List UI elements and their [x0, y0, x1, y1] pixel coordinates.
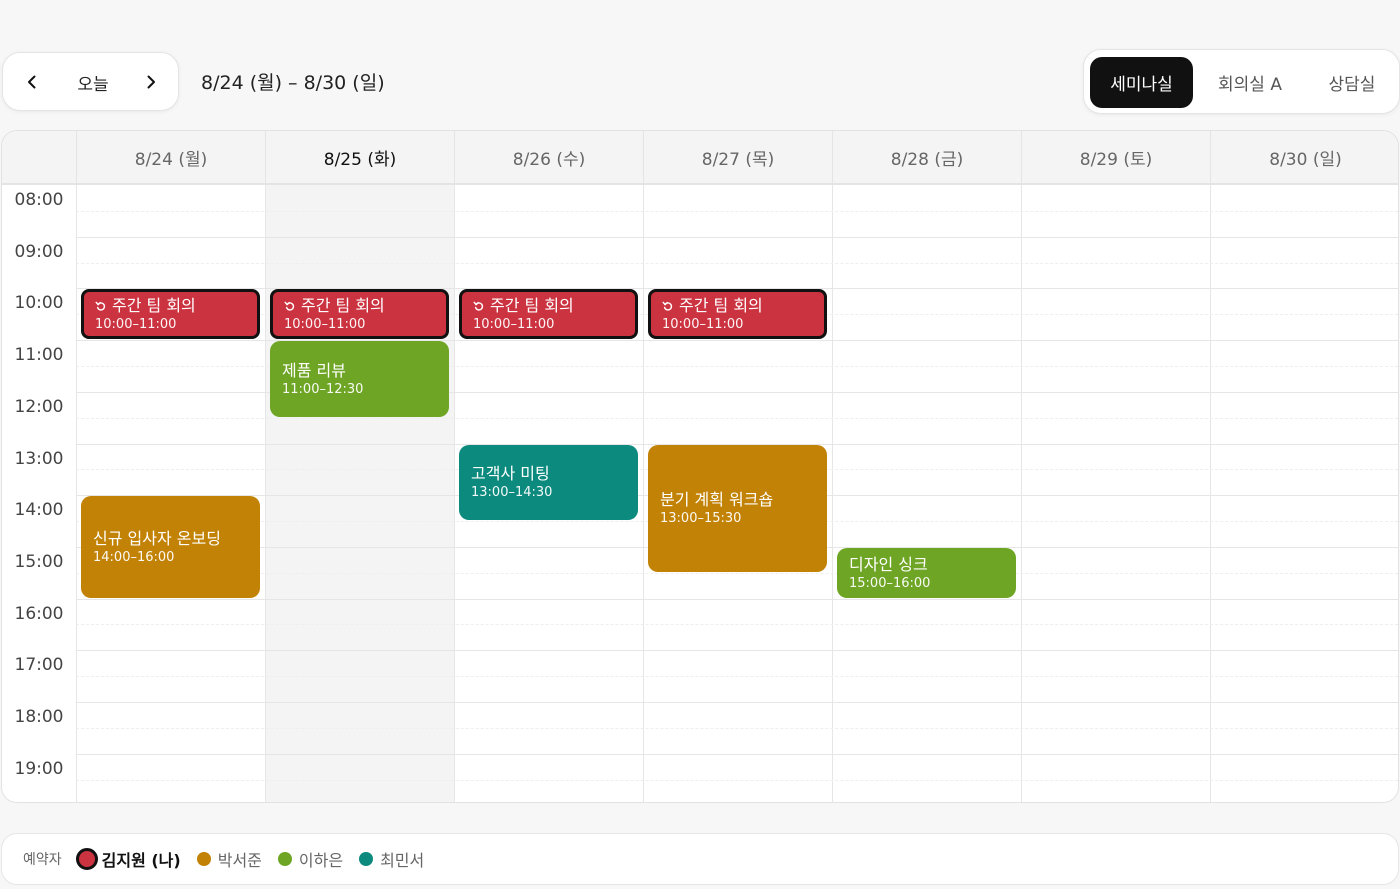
repeat-icon: [95, 301, 106, 311]
legend-item-name: 이하은: [298, 851, 344, 870]
time-label: 16:00: [14, 603, 64, 624]
legend-item-name: 박서준: [217, 851, 262, 870]
chevron-right-icon: [147, 75, 155, 89]
half-hour-line: [76, 727, 1398, 729]
half-hour-line: [76, 262, 1398, 264]
column-divider: [454, 185, 455, 802]
time-label: 18:00: [14, 707, 64, 727]
column-divider: [1210, 185, 1211, 802]
event-title: 주간 팀 회의: [284, 295, 435, 316]
hour-line: [76, 340, 1398, 342]
half-hour-line: [76, 572, 1398, 574]
event-time: 10:00–11:00: [284, 317, 366, 333]
calendar-event[interactable]: 주간 팀 회의 10:00–11:00: [81, 289, 260, 340]
column-divider: [832, 185, 833, 802]
date-range-label: 8/24 (월) – 8/30 (일): [201, 72, 385, 94]
calendar-event[interactable]: 디자인 싱크 15:00–16:00: [837, 547, 1016, 598]
time-label: 11:00: [14, 345, 64, 366]
room-tab-meeting-a[interactable]: 회의실 A: [1202, 57, 1298, 108]
calendar-event[interactable]: 주간 팀 회의 10:00–11:00: [648, 289, 827, 340]
room-tab-seminar[interactable]: 세미나실: [1090, 57, 1193, 108]
room-tab-counseling[interactable]: 상담실: [1310, 57, 1394, 108]
hour-line: [76, 702, 1398, 703]
day-header: 8/28 (금): [832, 131, 1021, 183]
calendar-event[interactable]: 제품 리뷰 11:00–12:30: [270, 341, 449, 417]
time-label: 12:00: [14, 396, 64, 417]
legend-item[interactable]: 최민서: [359, 847, 424, 871]
day-header: 8/25 (화): [265, 131, 454, 183]
legend-item[interactable]: 이하은: [277, 847, 344, 871]
day-header: 8/24 (월): [76, 131, 265, 183]
event-time: 10:00–11:00: [95, 317, 177, 333]
half-hour-line: [76, 417, 1398, 419]
repeat-icon: [473, 301, 484, 311]
event-title: 제품 리뷰: [282, 360, 346, 380]
event-time: 15:00–16:00: [849, 575, 931, 591]
hour-line: [76, 236, 1398, 238]
repeat-icon: [284, 301, 295, 311]
time-label: 08:00: [14, 190, 64, 210]
event-time: 13:00–15:30: [660, 511, 742, 527]
day-header-row: 8/24 (월) 8/25 (화) 8/26 (수) 8/27 (목) 8/28 (금)…: [2, 131, 1398, 185]
today-button[interactable]: 오늘: [61, 63, 125, 101]
half-hour-line: [76, 624, 1398, 626]
legend-item-name: 김지원 (나): [101, 851, 181, 870]
calendar-event[interactable]: 주간 팀 회의 10:00–11:00: [270, 289, 449, 340]
week-nav: 오늘: [2, 52, 179, 111]
hour-line: [76, 753, 1398, 755]
event-title: 주간 팀 회의: [662, 295, 813, 316]
today-column-highlight: [265, 185, 454, 802]
column-divider: [76, 185, 77, 802]
time-label: 15:00: [14, 551, 64, 572]
legend-label: 예약자: [23, 852, 62, 868]
column-divider: [1021, 185, 1022, 802]
legend-item[interactable]: 박서준: [196, 847, 262, 871]
legend-color-dot: [75, 848, 98, 870]
chevron-left-icon: [28, 75, 36, 89]
time-label: 09:00: [14, 241, 64, 262]
hour-line: [76, 650, 1398, 652]
event-time: 13:00–14:30: [471, 485, 553, 501]
day-header: 8/29 (토): [1021, 131, 1210, 183]
half-hour-line: [76, 676, 1398, 678]
calendar-event[interactable]: 주간 팀 회의 10:00–11:00: [459, 289, 638, 340]
next-week-button[interactable]: [132, 63, 170, 101]
event-time: 11:00–12:30: [282, 381, 364, 397]
room-selector: 세미나실 회의실 A 상담실: [1083, 49, 1400, 114]
prev-week-button[interactable]: [13, 63, 51, 101]
column-divider: [643, 185, 644, 802]
event-title: 주간 팀 회의: [95, 295, 246, 316]
event-title: 신규 입사자 온보딩: [93, 528, 221, 548]
day-header: 8/27 (목): [643, 131, 832, 183]
half-hour-line: [76, 210, 1398, 212]
legend-color-dot: [196, 852, 211, 866]
half-hour-line: [76, 779, 1398, 781]
legend-color-dot: [359, 852, 374, 866]
time-label: 13:00: [14, 448, 64, 469]
event-title: 디자인 싱크: [849, 554, 928, 574]
column-divider: [265, 185, 266, 802]
event-time: 14:00–16:00: [93, 549, 175, 565]
time-label: 14:00: [14, 500, 64, 521]
repeat-icon: [662, 301, 673, 311]
legend: 예약자 김지원 (나) 박서준 이하은 최민서: [1, 833, 1399, 885]
time-label: 19:00: [14, 758, 64, 779]
day-header: 8/26 (수): [454, 131, 643, 183]
event-title: 고객사 미팅: [471, 464, 550, 484]
legend-color-dot: [277, 852, 292, 866]
week-calendar-grid: 8/24 (월) 8/25 (화) 8/26 (수) 8/27 (목) 8/28 (금)…: [1, 130, 1399, 803]
day-header: 8/30 (일): [1210, 131, 1398, 183]
calendar-event[interactable]: 분기 계획 워크숍 13:00–15:30: [648, 444, 827, 572]
calendar-event[interactable]: 신규 입사자 온보딩 14:00–16:00: [81, 496, 260, 598]
legend-item[interactable]: 김지원 (나): [75, 847, 181, 871]
time-label: 10:00: [14, 293, 64, 314]
event-title: 주간 팀 회의: [473, 295, 624, 316]
calendar-event[interactable]: 고객사 미팅 13:00–14:30: [459, 444, 638, 521]
time-label: 17:00: [14, 655, 64, 676]
event-time: 10:00–11:00: [473, 317, 555, 333]
hour-line: [76, 598, 1398, 600]
event-time: 10:00–11:00: [662, 317, 744, 333]
event-title: 분기 계획 워크숍: [660, 490, 774, 510]
legend-item-name: 최민서: [380, 851, 425, 870]
